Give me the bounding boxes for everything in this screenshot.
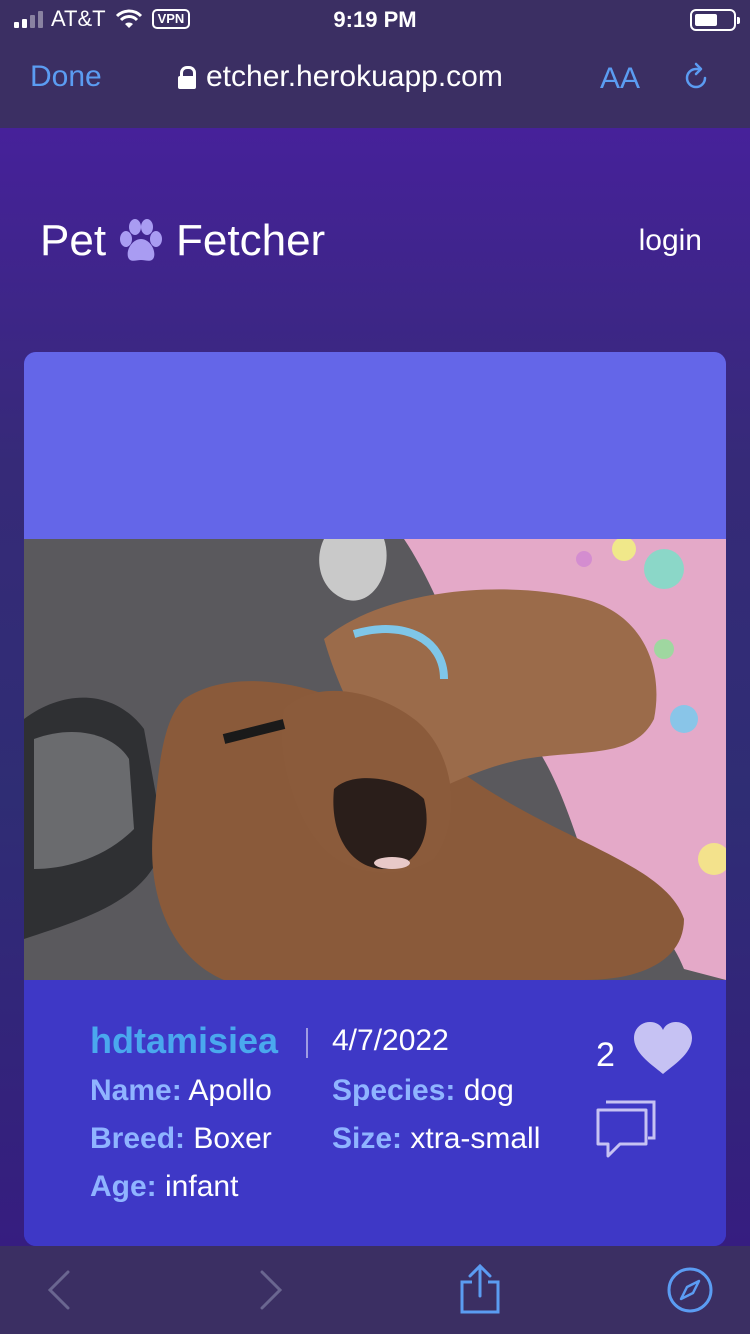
text-size-button[interactable]: AA <box>600 62 640 96</box>
page: Pet Fetcher login hdtamisiea 4/7/2022 Na… <box>0 128 750 1246</box>
field-size: Size: xtra-small <box>332 1122 540 1156</box>
browser-toolbar <box>0 1246 750 1334</box>
like-count: 2 <box>596 1036 615 1074</box>
lock-icon <box>178 66 196 89</box>
size-value: xtra-small <box>410 1122 541 1155</box>
pet-photo[interactable] <box>24 539 726 980</box>
divider <box>306 1028 308 1058</box>
card-info: hdtamisiea 4/7/2022 Name: Apollo Species… <box>24 980 726 1246</box>
heart-icon[interactable] <box>632 1020 694 1076</box>
card-banner <box>24 352 726 539</box>
field-species: Species: dog <box>332 1074 514 1108</box>
done-button[interactable]: Done <box>30 60 102 94</box>
species-value: dog <box>463 1074 514 1107</box>
address-bar: Done etcher.herokuapp.com AA <box>0 48 750 108</box>
share-icon[interactable] <box>458 1264 502 1314</box>
age-value: infant <box>165 1170 239 1203</box>
field-breed: Breed: Boxer <box>90 1122 272 1156</box>
brand-left: Pet <box>40 216 107 265</box>
status-bar: AT&T VPN 9:19 PM <box>0 0 750 40</box>
reload-icon[interactable] <box>680 62 712 94</box>
username-link[interactable]: hdtamisiea <box>90 1020 278 1062</box>
url-field[interactable]: etcher.herokuapp.com <box>178 60 503 94</box>
brand-logo[interactable]: Pet Fetcher <box>40 216 325 266</box>
field-name: Name: Apollo <box>90 1074 272 1108</box>
paw-icon <box>120 219 163 261</box>
back-icon[interactable] <box>44 1268 74 1312</box>
age-label: Age: <box>90 1170 157 1203</box>
species-label: Species: <box>332 1074 456 1107</box>
status-time: 9:19 PM <box>333 7 417 32</box>
field-age: Age: infant <box>90 1170 238 1204</box>
comment-icon[interactable] <box>594 1096 658 1160</box>
login-link[interactable]: login <box>639 224 702 258</box>
pet-card: hdtamisiea 4/7/2022 Name: Apollo Species… <box>24 352 726 1246</box>
pet-photo-illustration <box>24 539 726 980</box>
battery-icon <box>690 9 740 31</box>
breed-label: Breed: <box>90 1122 186 1155</box>
name-label: Name: <box>90 1074 182 1107</box>
breed-value: Boxer <box>193 1122 272 1155</box>
size-label: Size: <box>332 1122 403 1155</box>
brand-right: Fetcher <box>176 216 326 265</box>
compass-icon[interactable] <box>666 1266 714 1314</box>
post-date: 4/7/2022 <box>332 1024 449 1057</box>
url-text: etcher.herokuapp.com <box>206 60 503 93</box>
browser-chrome: AT&T VPN 9:19 PM Done etcher.herokuapp.c… <box>0 0 750 128</box>
forward-icon[interactable] <box>256 1268 286 1312</box>
name-value: Apollo <box>188 1074 272 1107</box>
